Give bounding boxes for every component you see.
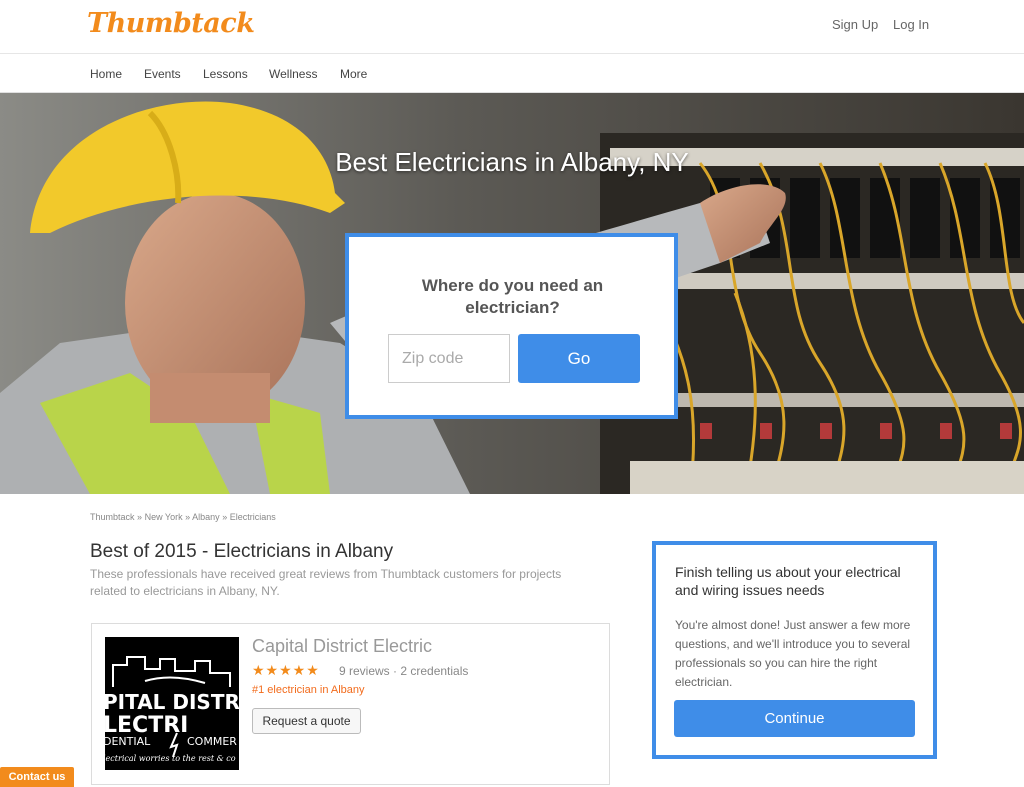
finish-request-panel: Finish telling us about your electrical … [652,541,937,759]
top-header: Thumbtack Sign Up Log In [0,0,1024,54]
logo-line-1: PITAL DISTR [105,690,239,714]
hero-banner: Best Electricians in Albany, NY Where do… [0,93,1024,494]
panel-title: Finish telling us about your electrical … [675,564,901,598]
log-in-link[interactable]: Log In [893,17,929,32]
zip-code-input[interactable] [388,334,510,383]
star-rating-icon: ★★★★★ [252,662,320,678]
logo-line-4: COMMER [187,735,237,748]
nav-item-lessons[interactable]: Lessons [203,67,248,81]
pro-listing-card: PITAL DISTR LECTRI DENTIAL COMMER lectri… [91,623,610,785]
continue-button[interactable]: Continue [674,700,915,737]
breadcrumb-separator: » [185,512,191,522]
nav-item-home[interactable]: Home [90,67,122,81]
page-description: These professionals have received great … [90,567,562,598]
nav-item-more[interactable]: More [340,67,367,81]
logo-line-3: DENTIAL [105,735,151,748]
zip-search-card: Where do you need an electrician? Go [345,233,678,419]
hero-title: Best Electricians in Albany, NY [335,147,689,177]
breadcrumb-albany[interactable]: Albany [192,512,220,522]
breadcrumb-separator: » [222,512,228,522]
reviews-credentials[interactable]: 9 reviews · 2 credentials [339,664,468,678]
zip-question: Where do you need an electrician? [421,276,604,317]
thumbtack-logo[interactable]: Thumbtack [87,8,255,39]
logo-line-5: lectrical worries to the rest & co [105,754,236,763]
breadcrumb: Thumbtack » New York » Albany » Electric… [90,512,276,522]
business-logo[interactable]: PITAL DISTR LECTRI DENTIAL COMMER lectri… [105,637,239,770]
breadcrumb-separator: » [137,512,143,522]
request-quote-button[interactable]: Request a quote [252,708,361,734]
panel-text: You're almost done! Just answer a few mo… [675,618,911,689]
breadcrumb-electricians[interactable]: Electricians [230,512,276,522]
breadcrumb-new-york[interactable]: New York [145,512,183,522]
capital-district-logo-image: PITAL DISTR LECTRI DENTIAL COMMER lectri… [105,637,239,770]
business-name[interactable]: Capital District Electric [252,636,432,657]
nav-item-events[interactable]: Events [144,67,181,81]
sign-up-link[interactable]: Sign Up [832,17,878,32]
page-title: Best of 2015 - Electricians in Albany [90,541,394,562]
nav-item-wellness[interactable]: Wellness [269,67,317,81]
go-button[interactable]: Go [518,334,640,383]
breadcrumb-thumbtack[interactable]: Thumbtack [90,512,135,522]
contact-us-button[interactable]: Contact us [0,767,74,787]
rank-badge: #1 electrician in Albany [252,684,365,696]
main-nav: Home Events Lessons Wellness More [0,54,1024,93]
